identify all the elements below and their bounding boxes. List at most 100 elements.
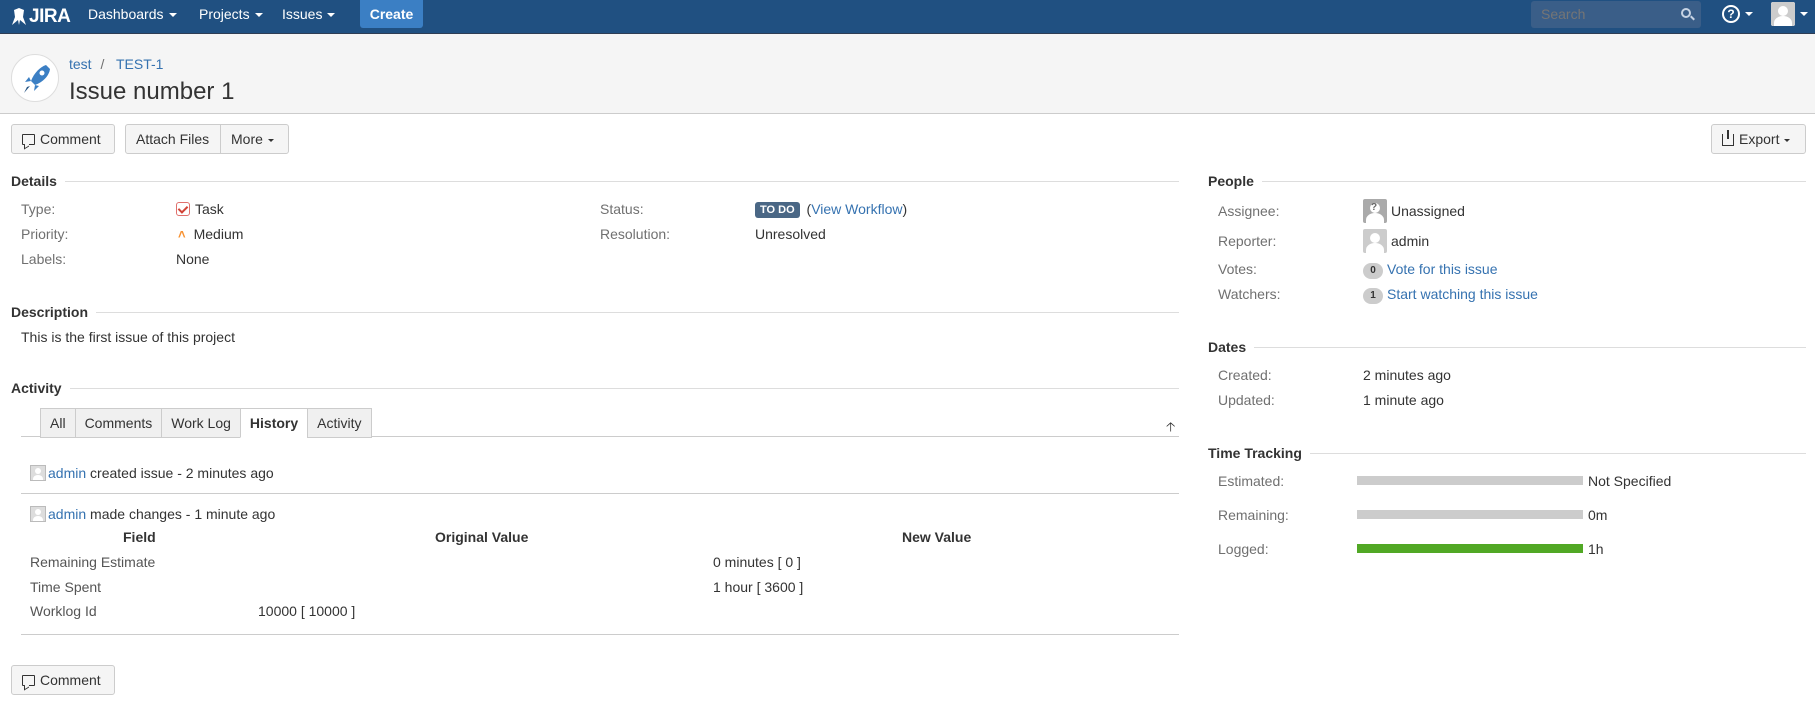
labels-value: None: [176, 251, 210, 267]
history-entry: admin made changes - 1 minute ago: [30, 506, 275, 522]
description-text: This is the first issue of this project: [21, 329, 235, 345]
history-row-field: Worklog Id: [30, 603, 97, 619]
history-user-link[interactable]: admin: [48, 465, 86, 481]
attach-files-button[interactable]: Attach Files: [125, 124, 222, 154]
unassigned-avatar-icon: ?: [1363, 199, 1387, 223]
history-entry: admin created issue - 2 minutes ago: [30, 465, 274, 481]
description-heading: Description: [11, 304, 97, 320]
search-icon[interactable]: [1681, 8, 1691, 18]
priority-label: Priority:: [21, 226, 69, 242]
assignee-label: Assignee:: [1218, 203, 1280, 219]
assignee-value: ? Unassigned: [1363, 199, 1465, 223]
watch-link[interactable]: Start watching this issue: [1387, 286, 1538, 302]
top-navigation-bar: JIRA Dashboards Projects Issues Create ?: [0, 0, 1815, 34]
atlassian-icon: [12, 8, 26, 25]
history-user-link[interactable]: admin: [48, 506, 86, 522]
nav-dashboards[interactable]: Dashboards: [88, 0, 177, 28]
chevron-down-icon[interactable]: [1800, 12, 1808, 16]
more-button[interactable]: More: [220, 124, 289, 154]
estimated-value: Not Specified: [1588, 473, 1672, 489]
tab-activity[interactable]: Activity: [307, 408, 372, 438]
search-input[interactable]: [1531, 1, 1701, 28]
jira-logo-text: JIRA: [29, 6, 71, 27]
chevron-down-icon: [254, 13, 263, 18]
chevron-down-icon: [267, 138, 274, 142]
estimated-bar: [1357, 476, 1583, 485]
activity-tabs: All Comments Work Log History Activity: [40, 408, 372, 438]
nav-issues[interactable]: Issues: [282, 0, 336, 28]
breadcrumb-issue-key-link[interactable]: TEST-1: [116, 56, 163, 72]
description-divider: [11, 312, 1179, 313]
help-icon: ?: [1722, 5, 1740, 23]
comment-icon: [22, 134, 35, 145]
vote-link[interactable]: Vote for this issue: [1387, 261, 1498, 277]
remaining-value: 0m: [1588, 507, 1608, 523]
history-row-original: 10000 [ 10000 ]: [258, 603, 356, 619]
dates-divider: [1208, 347, 1806, 348]
nav-issues-label: Issues: [282, 6, 323, 22]
people-divider: [1208, 181, 1806, 182]
more-label: More: [231, 131, 263, 147]
nav-projects-label: Projects: [199, 6, 250, 22]
nav-projects[interactable]: Projects: [199, 0, 263, 28]
votes-value: 0 Vote for this issue: [1363, 261, 1498, 279]
assignee-name: Unassigned: [1391, 203, 1465, 219]
task-icon: [176, 202, 190, 216]
type-value: Task: [176, 201, 224, 217]
breadcrumb-separator: /: [100, 56, 105, 72]
tab-comments[interactable]: Comments: [74, 408, 163, 438]
avatar: [1363, 229, 1387, 253]
logged-value: 1h: [1588, 541, 1604, 557]
history-bottom-separator: [21, 634, 1179, 635]
chevron-down-icon: [1745, 11, 1753, 16]
tab-all[interactable]: All: [40, 408, 76, 438]
watchers-count-badge: 1: [1363, 288, 1383, 304]
created-value: 2 minutes ago: [1363, 367, 1451, 383]
status-paren-close: ): [902, 201, 908, 217]
breadcrumb-project-link[interactable]: test: [69, 56, 92, 72]
status-value: TO DO (View Workflow): [755, 201, 907, 218]
type-value-text: Task: [195, 201, 224, 217]
comment-icon: [22, 675, 35, 686]
chevron-down-icon: [1784, 138, 1791, 142]
tab-history[interactable]: History: [239, 408, 309, 438]
activity-divider: [11, 388, 1179, 389]
help-menu[interactable]: ?: [1722, 5, 1753, 23]
comment-button[interactable]: Comment: [11, 124, 115, 154]
create-button[interactable]: Create: [360, 0, 423, 28]
dates-heading: Dates: [1208, 339, 1255, 355]
status-label: Status:: [600, 201, 644, 217]
chevron-down-icon: [327, 13, 336, 18]
sort-order-icon[interactable]: 🡡: [1166, 418, 1175, 440]
history-row-field: Remaining Estimate: [30, 554, 156, 570]
history-action-text: created issue - 2 minutes ago: [86, 465, 274, 481]
comment-button-label: Comment: [40, 672, 101, 688]
watchers-label: Watchers:: [1218, 286, 1281, 302]
export-icon: [1722, 130, 1734, 146]
rocket-icon: [24, 65, 50, 93]
view-workflow-link[interactable]: View Workflow: [811, 201, 902, 217]
user-icon: [1771, 2, 1795, 26]
user-avatar[interactable]: [1771, 2, 1795, 26]
breadcrumb: test / TEST-1: [69, 56, 163, 72]
tab-work-log[interactable]: Work Log: [161, 408, 241, 438]
votes-label: Votes:: [1218, 261, 1257, 277]
remaining-label: Remaining:: [1218, 507, 1289, 523]
priority-medium-icon: ˄: [178, 227, 186, 242]
jira-logo[interactable]: JIRA: [11, 4, 71, 30]
estimated-label: Estimated:: [1218, 473, 1285, 489]
reporter-name[interactable]: admin: [1391, 233, 1429, 249]
reporter-label: Reporter:: [1218, 233, 1277, 249]
details-heading: Details: [11, 173, 65, 189]
resolution-value: Unresolved: [755, 226, 826, 242]
type-label: Type:: [21, 201, 56, 217]
bottom-comment-button[interactable]: Comment: [11, 665, 115, 695]
history-col-new: New Value: [902, 529, 972, 545]
watchers-value: 1 Start watching this issue: [1363, 286, 1538, 304]
status-badge[interactable]: TO DO: [755, 202, 800, 218]
updated-value: 1 minute ago: [1363, 392, 1444, 408]
nav-dashboards-label: Dashboards: [88, 6, 164, 22]
project-avatar[interactable]: [11, 54, 59, 102]
export-button[interactable]: Export: [1711, 124, 1806, 154]
chevron-down-icon: [168, 13, 177, 18]
